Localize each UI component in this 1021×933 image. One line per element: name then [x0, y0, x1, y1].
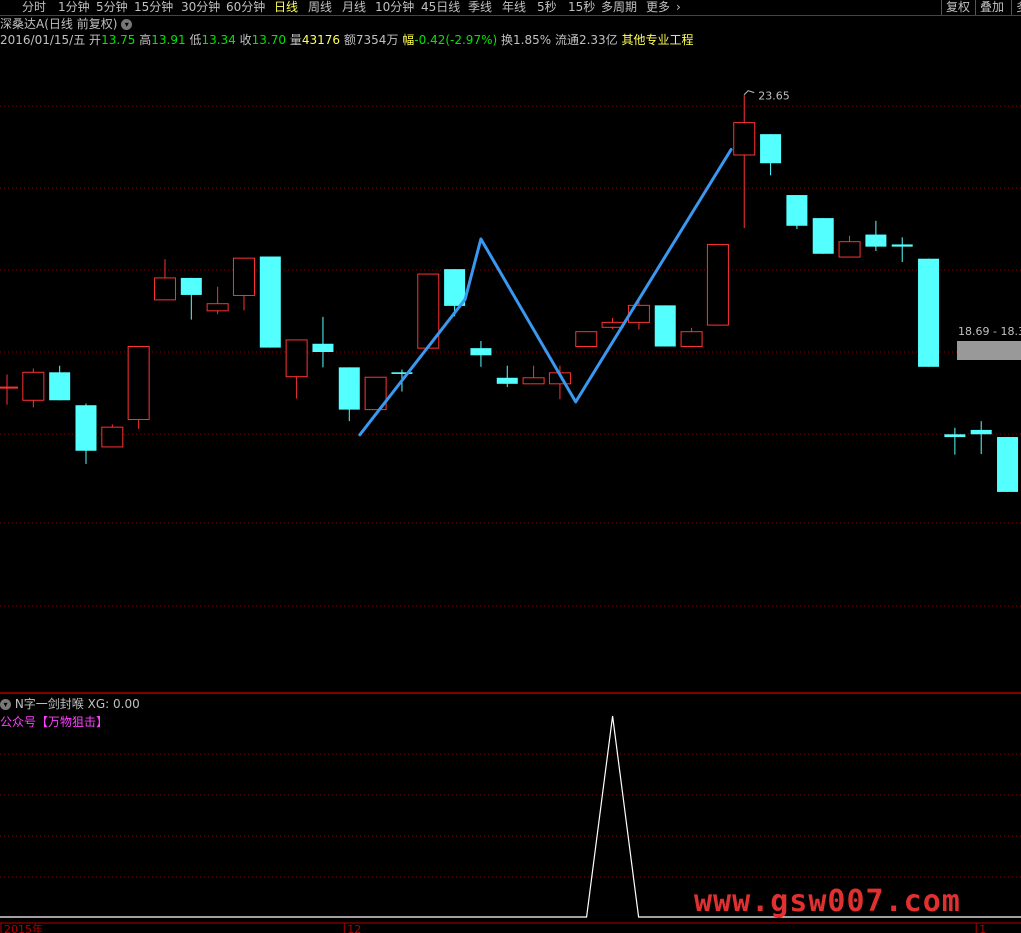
- candle-body-19: [496, 377, 518, 384]
- kline-chart[interactable]: 23.65 2015年 12 1: [0, 0, 1021, 933]
- candle-body-0: [0, 386, 18, 389]
- candle-body-36: [944, 434, 966, 438]
- xg-label: XG:: [87, 697, 110, 711]
- chevron-down-icon[interactable]: ▾: [0, 699, 11, 710]
- candle-body-2: [49, 372, 71, 401]
- candle-body-23: [601, 321, 624, 328]
- indicator-name: N字一剑封喉: [14, 697, 84, 711]
- max-marker: [743, 90, 755, 95]
- candle-body-7: [180, 277, 202, 295]
- candle-body-35: [918, 258, 940, 367]
- candle-body-37: [970, 429, 992, 435]
- indicator-note: 公众号【万物狙击】: [0, 715, 109, 729]
- candle-body-33: [865, 234, 887, 247]
- candle-body-6: [153, 277, 176, 301]
- candle-body-22: [575, 331, 598, 348]
- candle-body-1: [22, 371, 45, 401]
- x-axis-label-2: 1: [979, 923, 986, 933]
- candle-body-18: [470, 348, 492, 356]
- candle-body-38: [997, 437, 1019, 492]
- price-range-box: [957, 341, 1021, 360]
- n-shape-trend-line: [358, 148, 733, 437]
- watermark: www.gsw007.com: [694, 884, 961, 919]
- candle-body-12: [312, 343, 334, 352]
- candle-body-20: [522, 377, 545, 385]
- candle-body-30: [786, 195, 808, 226]
- candle-body-31: [812, 218, 834, 254]
- candle-body-4: [101, 426, 124, 448]
- candle-body-32: [838, 241, 861, 258]
- candle-body-28: [733, 122, 756, 156]
- x-axis-label-0: 2015年: [4, 922, 43, 933]
- candle-body-8: [206, 303, 229, 312]
- candle-body-26: [680, 331, 703, 348]
- xg-value: 0.00: [113, 697, 140, 711]
- indicator-title: ▾ N字一剑封喉 XG: 0.00: [0, 697, 140, 712]
- candle-body-34: [891, 244, 913, 247]
- max-price-label: 23.65: [758, 90, 790, 103]
- candle-body-25: [654, 305, 676, 347]
- candle-body-5: [127, 346, 150, 420]
- candle-body-13: [338, 367, 360, 410]
- candle-body-3: [75, 405, 97, 451]
- candle-body-27: [706, 243, 729, 326]
- candle-body-10: [259, 256, 281, 348]
- candle-body-17: [444, 269, 466, 306]
- candle-body-9: [232, 257, 255, 296]
- candle-body-11: [285, 339, 308, 378]
- x-axis-label-1: 12: [347, 923, 361, 933]
- price-range-label: 18.69 - 18.3: [958, 325, 1021, 338]
- candle-body-29: [760, 134, 782, 164]
